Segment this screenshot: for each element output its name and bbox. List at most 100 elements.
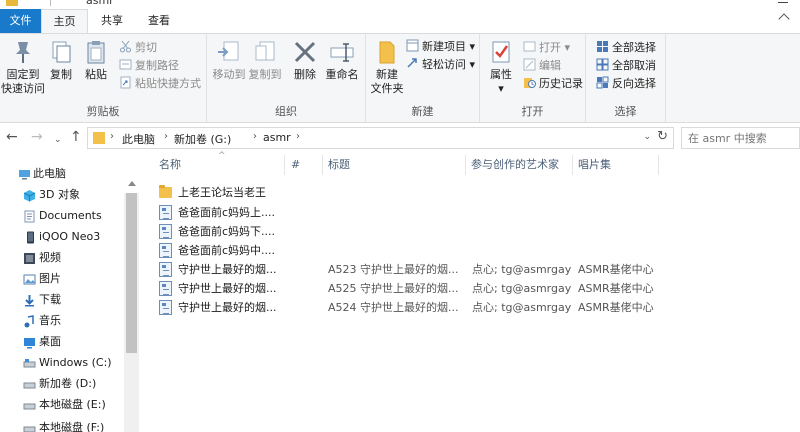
copy-to-button[interactable]: 复制到: [246, 38, 284, 82]
history-button[interactable]: 历史记录: [523, 75, 583, 92]
delete-button[interactable]: 删除: [290, 38, 320, 82]
file-row-folder[interactable]: 上老王论坛当老王: [154, 183, 674, 202]
tab-home[interactable]: 主页: [41, 9, 88, 34]
new-folder-button[interactable]: 新建 文件夹: [368, 38, 406, 96]
copy-button[interactable]: 复制: [46, 38, 76, 82]
rename-icon: [328, 38, 356, 66]
nav-item-documents[interactable]: Documents: [0, 205, 120, 226]
cut-label: 剪切: [135, 41, 157, 54]
select-all-button[interactable]: 全部选择: [596, 39, 656, 56]
chevron-right-icon[interactable]: ›: [253, 131, 257, 142]
column-header-number[interactable]: #: [291, 153, 300, 177]
easy-access-button[interactable]: 轻松访问 ▾: [406, 56, 475, 73]
properties-button[interactable]: 属性 ▾: [486, 38, 516, 96]
nav-item-iqoo-neo3[interactable]: iQOO Neo3: [0, 226, 120, 247]
nav-item-label: Windows (C:): [39, 356, 112, 369]
pin-label-1: 固定到: [6, 68, 40, 81]
nav-item-desktop[interactable]: 桌面: [0, 331, 120, 352]
nav-item-3d-objects[interactable]: 3D 对象: [0, 184, 120, 205]
nav-item-label: 视频: [39, 251, 61, 264]
refresh-icon[interactable]: ↻: [657, 129, 668, 144]
column-header-artist[interactable]: 参与创作的艺术家: [471, 153, 559, 177]
column-separator[interactable]: [284, 155, 285, 175]
column-separator[interactable]: [465, 155, 466, 175]
title-separator: [50, 0, 51, 6]
tab-view[interactable]: 查看: [136, 9, 182, 33]
invert-selection-button[interactable]: 反向选择: [596, 75, 656, 92]
file-row[interactable]: 爸爸面前c妈妈上....: [154, 203, 674, 222]
nav-item-videos[interactable]: 视频: [0, 247, 120, 268]
chevron-right-icon[interactable]: ›: [110, 131, 114, 142]
nav-item-drive-d[interactable]: 新加卷 (D:): [0, 373, 120, 394]
file-row[interactable]: 爸爸面前c妈妈中....: [154, 241, 674, 260]
chevron-right-icon[interactable]: ›: [296, 131, 300, 142]
file-list: 名称 ^ # 标题 参与创作的艺术家 唱片集 上老王论坛当老王 爸爸面前c妈妈上…: [140, 151, 800, 432]
recent-locations-icon[interactable]: ⌄: [54, 133, 62, 147]
nav-item-downloads[interactable]: 下载: [0, 289, 120, 310]
nav-item-drive-f[interactable]: 本地磁盘 (F:): [0, 417, 120, 432]
file-row[interactable]: 爸爸面前c妈妈下....: [154, 222, 674, 241]
video-icon: [23, 251, 36, 264]
breadcrumb-drive-g[interactable]: 新加卷 (G:): [174, 131, 231, 147]
audio-file-icon: [159, 262, 172, 277]
new-item-label: 新建项目: [422, 40, 466, 53]
file-row[interactable]: 守护世上最好的烟... A524 守护世上最好的烟... 点心; tg@asmr…: [154, 298, 674, 317]
back-arrow-icon[interactable]: ←: [6, 130, 18, 144]
file-row[interactable]: 守护世上最好的烟... A523 守护世上最好的烟... 点心; tg@asmr…: [154, 260, 674, 279]
scroll-up-icon[interactable]: [128, 181, 136, 186]
phone-icon: [24, 230, 37, 244]
computer-icon: [18, 167, 31, 180]
nav-item-label: 图片: [39, 272, 61, 285]
nav-item-drive-c[interactable]: Windows (C:): [0, 352, 120, 373]
new-item-button[interactable]: 新建项目 ▾: [406, 38, 475, 55]
nav-item-pictures[interactable]: 图片: [0, 268, 120, 289]
column-header-title[interactable]: 标题: [328, 153, 350, 177]
column-separator[interactable]: [658, 155, 659, 175]
column-separator[interactable]: [572, 155, 573, 175]
address-bar[interactable]: › 此电脑 › 新加卷 (G:) › asmr › ⌄ ↻: [87, 127, 674, 149]
select-none-button[interactable]: 全部取消: [596, 57, 656, 74]
folder-icon: [93, 132, 105, 144]
tab-share[interactable]: 共享: [88, 9, 136, 33]
paste-button[interactable]: 粘贴: [81, 38, 111, 82]
chevron-down-icon[interactable]: ⌄: [643, 132, 651, 142]
select-all-label: 全部选择: [612, 41, 656, 54]
nav-item-music[interactable]: 音乐: [0, 310, 120, 331]
paste-label: 粘贴: [85, 68, 107, 81]
edit-button[interactable]: 编辑: [523, 57, 561, 74]
3d-objects-icon: [23, 188, 36, 202]
open-button[interactable]: 打开 ▾: [523, 39, 570, 56]
nav-item-label: 新加卷 (D:): [39, 377, 97, 390]
properties-label: 属性: [490, 68, 512, 81]
file-row[interactable]: 守护世上最好的烟... A525 守护世上最好的烟... 点心; tg@asmr…: [154, 279, 674, 298]
scrollbar-thumb[interactable]: [126, 193, 137, 353]
minimize-icon[interactable]: [778, 2, 788, 3]
collapse-ribbon-icon[interactable]: [778, 13, 790, 25]
breadcrumb-this-pc[interactable]: 此电脑: [122, 131, 155, 147]
rename-button[interactable]: 重命名: [323, 38, 361, 82]
navigation-scrollbar[interactable]: [124, 181, 139, 432]
edit-label: 编辑: [539, 59, 561, 72]
chevron-right-icon[interactable]: ›: [164, 131, 168, 142]
search-input[interactable]: [682, 128, 792, 148]
file-name: 守护世上最好的烟...: [178, 282, 277, 295]
download-icon: [23, 293, 36, 307]
forward-arrow-icon[interactable]: →: [31, 130, 43, 144]
nav-item-drive-e[interactable]: 本地磁盘 (E:): [0, 394, 120, 415]
tab-file[interactable]: 文件: [0, 9, 41, 33]
column-header-name[interactable]: 名称: [159, 153, 181, 177]
column-separator[interactable]: [322, 155, 323, 175]
paste-shortcut-button[interactable]: 粘贴快捷方式: [119, 75, 201, 92]
open-icon: [523, 40, 536, 53]
column-header-album[interactable]: 唱片集: [578, 153, 611, 177]
copy-path-button[interactable]: 复制路径: [119, 57, 179, 74]
breadcrumb-asmr[interactable]: asmr: [263, 131, 291, 144]
pin-quick-access-button[interactable]: 固定到 快速访问: [1, 38, 45, 96]
nav-item-this-pc[interactable]: 此电脑: [0, 163, 120, 184]
move-to-button[interactable]: 移动到: [210, 38, 248, 82]
music-icon: [23, 314, 36, 328]
clipboard-group: 固定到 快速访问 复制 粘贴 剪切 复制路径 粘贴快捷方式 剪贴板: [0, 34, 207, 122]
up-arrow-icon[interactable]: ↑: [70, 130, 82, 144]
search-box[interactable]: [681, 127, 800, 149]
cut-button[interactable]: 剪切: [119, 39, 157, 56]
